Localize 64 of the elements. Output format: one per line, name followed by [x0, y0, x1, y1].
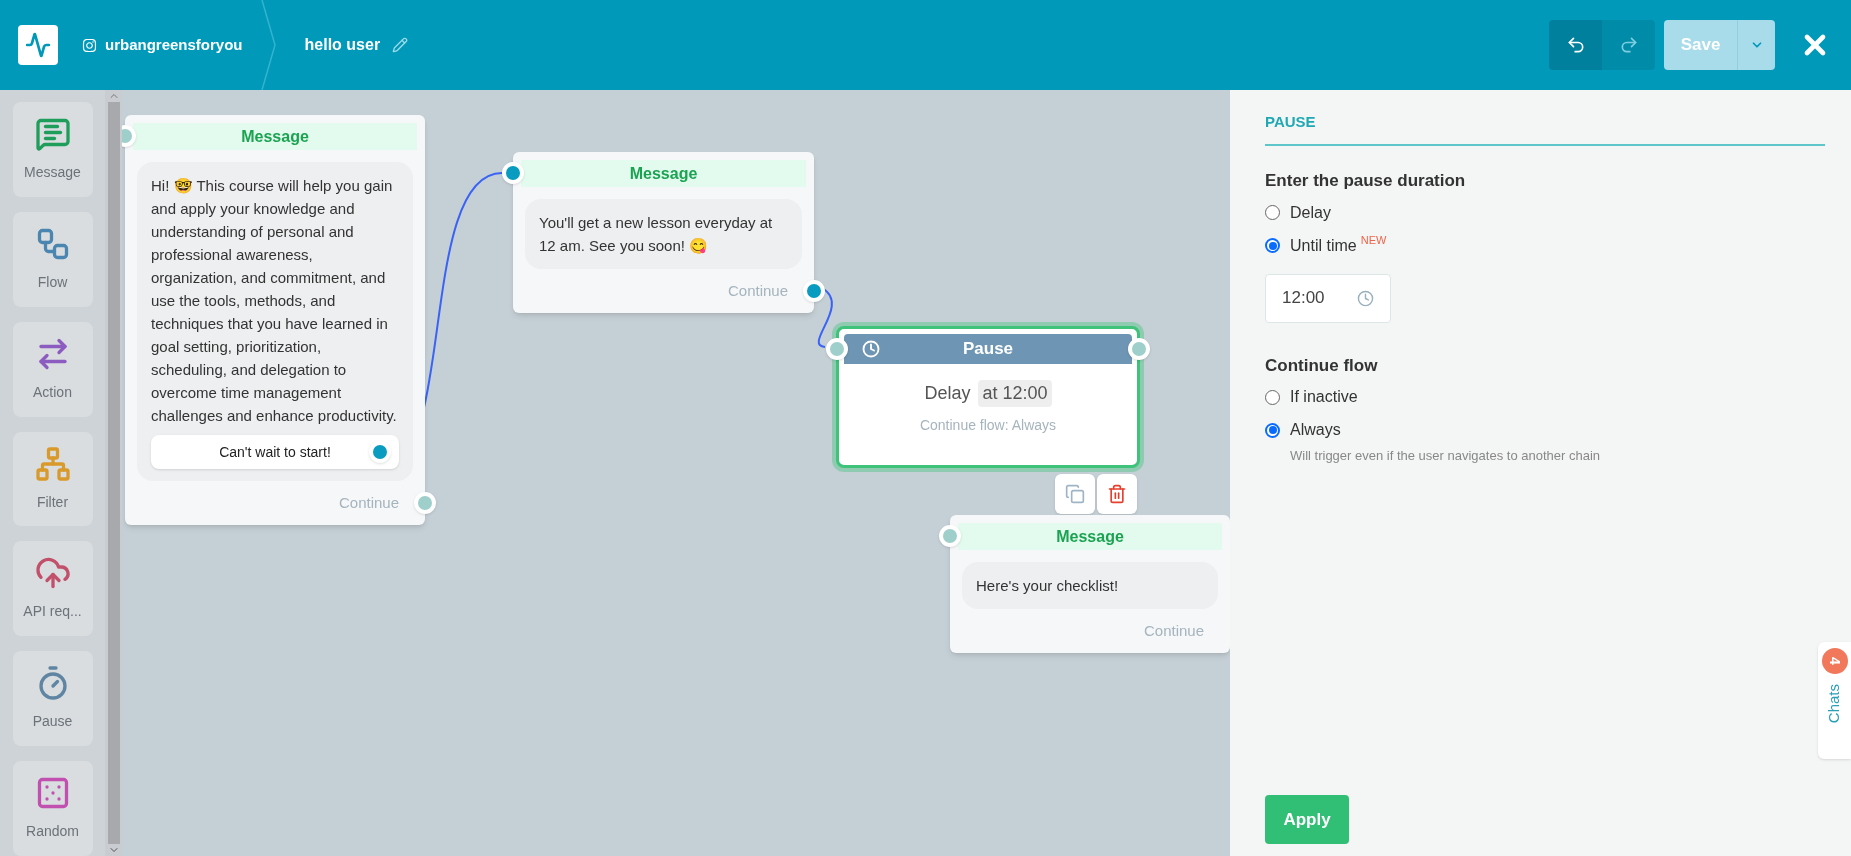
connection-port[interactable]: [826, 338, 848, 360]
message-node[interactable]: Message Here's your checklist! Continue: [950, 515, 1230, 653]
connector-line: [817, 287, 833, 348]
palette-item[interactable]: Random: [12, 761, 93, 856]
reply-button[interactable]: Can't wait to start!: [151, 435, 399, 469]
option-label[interactable]: Always: [1290, 418, 1341, 442]
chats-tab[interactable]: 4 Chats: [1818, 642, 1851, 759]
new-label: NEW: [1360, 233, 1387, 249]
message-node[interactable]: [125, 115, 425, 525]
delete-button[interactable]: [1097, 474, 1137, 514]
message-node[interactable]: Message You'll get a new lesson everyday at 12 am. See you soon! 😋 Continue: [513, 152, 814, 313]
connection-port[interactable]: [502, 162, 524, 184]
trash-icon: [1107, 484, 1127, 504]
message-text: Hi! 🤓 This course will help you gain and apply your knowledge and understanding of personal and professional awareness, organization, and commitment, and use the tools, methods, and techniques that you have learned in goal setting, prioritization, scheduling, and delegation to overcome time management challenges and enhance productivity.: [151, 176, 398, 426]
undo-button[interactable]: [1549, 20, 1602, 70]
pulse-icon: [25, 32, 51, 58]
instagram-icon: [82, 37, 97, 53]
chats-label: Chats: [1824, 684, 1844, 724]
option-label[interactable]: Until time: [1290, 233, 1357, 258]
app-logo[interactable]: [18, 25, 58, 65]
copy-icon: [1065, 484, 1085, 504]
pause-note: Continue flow: Always: [919, 416, 1057, 435]
option-label[interactable]: If inactive: [1290, 385, 1358, 409]
pause-node[interactable]: Pause Delay at 12:00 Continue flow: Always: [836, 326, 1140, 468]
option-hint: Will trigger even if the user navigates to another chain: [1290, 447, 1601, 465]
radio-button[interactable]: [1265, 389, 1280, 405]
palette-item[interactable]: API req...: [12, 541, 93, 637]
radio-button[interactable]: [1265, 205, 1280, 220]
undo-icon: [1565, 35, 1586, 55]
node-title: Message: [133, 123, 417, 150]
section-heading: Continue flow: [1265, 354, 1379, 377]
message-text: Here's your checklist!: [976, 576, 1120, 596]
apply-button[interactable]: Apply: [1265, 795, 1349, 844]
palette-item[interactable]: Pause: [12, 651, 93, 747]
continue-label: Continue: [338, 492, 399, 513]
connection-port[interactable]: [414, 492, 436, 514]
palette-item[interactable]: Filter: [12, 431, 93, 527]
flow-name[interactable]: hello user: [304, 33, 381, 57]
connection-port[interactable]: [939, 525, 961, 547]
clock-icon: [1357, 289, 1374, 307]
message-text: You'll get a new lesson everyday at 12 am. See you soon! 😋: [539, 213, 774, 256]
palette-item[interactable]: Flow: [12, 211, 93, 307]
pause-mode: Delay: [924, 382, 971, 405]
palette-item[interactable]: Message: [12, 102, 93, 197]
time-field[interactable]: 12:00: [1265, 273, 1391, 323]
continue-label: Continue: [727, 280, 788, 301]
node-title: Message: [958, 523, 1222, 550]
edit-icon[interactable]: [392, 37, 409, 53]
node-title: Message: [521, 160, 806, 187]
account-name[interactable]: urbangreensforyou: [105, 33, 243, 57]
pause-time: at 12:00: [978, 380, 1052, 407]
continue-label: Continue: [1143, 620, 1204, 641]
node-title: Pause: [962, 338, 1014, 361]
radio-button[interactable]: [1265, 238, 1280, 253]
radio-button[interactable]: [1265, 422, 1280, 438]
connection-port[interactable]: [1128, 338, 1150, 360]
scrollbar[interactable]: [105, 90, 122, 856]
section-heading: Enter the pause duration: [1265, 170, 1467, 192]
duplicate-button[interactable]: [1055, 474, 1095, 514]
clock-icon: [862, 340, 880, 358]
chats-count-badge: 4: [1821, 648, 1848, 674]
palette-item[interactable]: Action: [12, 321, 93, 417]
connection-port[interactable]: [803, 280, 825, 302]
option-label[interactable]: Delay: [1290, 200, 1331, 225]
